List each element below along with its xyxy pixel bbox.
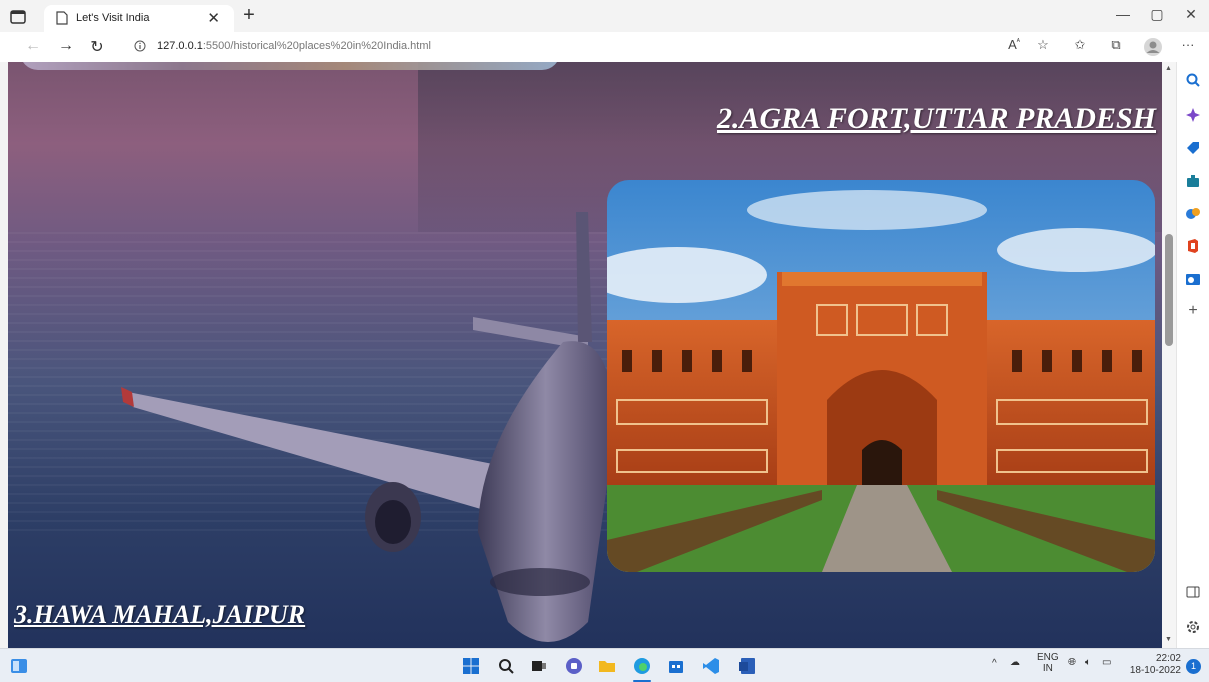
shopping-tag-icon[interactable] — [1185, 140, 1201, 156]
volume-icon[interactable]: 🔈︎ — [1085, 657, 1091, 668]
hawa-mahal-heading: 3.HAWA MAHAL,JAIPUR — [14, 600, 306, 629]
address-bar[interactable]: 127.0.0.1:5500/historical%20places%20in%… — [122, 35, 1007, 59]
tab-lets-visit-india[interactable]: Let's Visit India ✕ — [44, 5, 234, 32]
teams-chat-icon[interactable] — [565, 657, 583, 675]
page-scrollbar[interactable]: ▲ ▼ — [1162, 62, 1176, 648]
discover-icon[interactable] — [1185, 107, 1201, 123]
tab-actions-icon[interactable] — [8, 8, 28, 26]
add-favorite-icon[interactable]: ☆ — [1033, 37, 1053, 57]
widgets-icon[interactable] — [10, 657, 28, 675]
restore-button[interactable]: ▢ — [1147, 6, 1167, 23]
page-viewport: 2.AGRA FORT,UTTAR PRADESH 3.HAWA MAHAL,J… — [8, 62, 1162, 648]
network-icon[interactable]: 🌐︎ — [1068, 657, 1076, 668]
browser-toolbar: ← → ↻ 127.0.0.1:5500/historical%20places… — [0, 32, 1209, 62]
clock[interactable]: 22:02 18-10-2022 — [1130, 653, 1181, 677]
forward-button[interactable]: → — [55, 37, 77, 55]
tools-briefcase-icon[interactable] — [1185, 173, 1201, 189]
battery-icon[interactable]: ▭ — [1102, 657, 1111, 668]
agra-fort-image — [607, 180, 1155, 572]
profile-avatar[interactable] — [1143, 37, 1163, 57]
edge-sidebar: + — [1176, 62, 1209, 648]
site-info-icon[interactable] — [134, 40, 146, 52]
cloud-sync-icon[interactable]: ☁ — [1010, 657, 1020, 668]
task-view-icon[interactable] — [530, 657, 548, 675]
minimize-button[interactable]: — — [1113, 6, 1133, 22]
notification-badge[interactable]: 1 — [1186, 659, 1201, 674]
back-button[interactable]: ← — [22, 37, 44, 55]
tab-close-button[interactable]: ✕ — [207, 9, 220, 27]
windows-taskbar: ^ ☁ ENG IN 🌐︎ 🔈︎ ▭ 22:02 18-10-2022 1 — [0, 648, 1209, 682]
tab-title: Let's Visit India — [76, 12, 150, 24]
add-sidebar-app-icon[interactable]: + — [1185, 303, 1201, 319]
time-text: 22:02 — [1155, 653, 1181, 664]
date-text: 18-10-2022 — [1129, 665, 1181, 676]
start-icon[interactable] — [462, 657, 480, 675]
more-menu-icon[interactable]: ··· — [1178, 37, 1198, 57]
vscode-icon[interactable] — [702, 657, 720, 675]
url-text: 127.0.0.1:5500/historical%20places%20in%… — [157, 40, 431, 52]
scrollbar-thumb[interactable] — [1165, 234, 1173, 346]
word-icon[interactable] — [738, 657, 756, 675]
scroll-down-arrow[interactable]: ▼ — [1165, 636, 1172, 643]
office-icon[interactable] — [1185, 238, 1201, 254]
new-tab-button[interactable]: + — [238, 4, 260, 27]
read-aloud-icon[interactable]: Aᴬ — [1004, 37, 1024, 57]
close-window-button[interactable]: ✕ — [1181, 6, 1201, 23]
language-indicator[interactable]: ENG IN — [1037, 652, 1059, 674]
tab-strip: Let's Visit India ✕ + — ▢ ✕ — [0, 0, 1209, 32]
file-explorer-icon[interactable] — [598, 657, 616, 675]
search-taskbar-icon[interactable] — [497, 657, 515, 675]
games-icon[interactable] — [1185, 205, 1201, 221]
edge-browser-icon[interactable] — [633, 657, 651, 675]
settings-gear-icon[interactable] — [1185, 619, 1201, 635]
show-hidden-icons[interactable]: ^ — [992, 658, 997, 669]
store-icon[interactable] — [667, 657, 685, 675]
outlook-icon[interactable] — [1185, 271, 1201, 287]
agra-fort-heading: 2.AGRA FORT,UTTAR PRADESH — [716, 102, 1156, 135]
search-icon[interactable] — [1185, 72, 1201, 88]
favorites-icon[interactable]: ✩ — [1070, 37, 1090, 57]
hide-sidebar-icon[interactable] — [1185, 584, 1201, 600]
scroll-up-arrow[interactable]: ▲ — [1165, 65, 1172, 72]
collections-icon[interactable]: ⧉ — [1106, 37, 1126, 57]
page-icon — [56, 11, 68, 25]
refresh-button[interactable]: ↻ — [86, 37, 108, 57]
